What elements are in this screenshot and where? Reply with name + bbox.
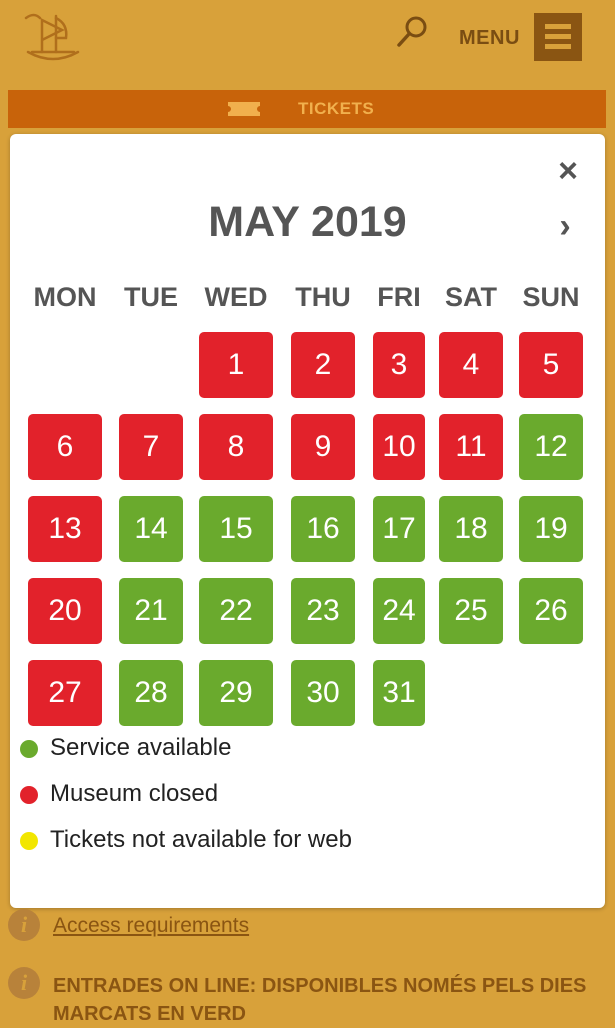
calendar-day-5: 5 <box>519 332 583 398</box>
yellow-dot-icon <box>20 832 38 850</box>
calendar-day-25[interactable]: 25 <box>439 578 503 644</box>
weekday-mon: MON <box>33 282 97 312</box>
green-dot-icon <box>20 740 38 758</box>
calendar-day-4: 4 <box>439 332 503 398</box>
calendar-day-19[interactable]: 19 <box>519 496 583 562</box>
online-tickets-notice: ENTRADES ON LINE: DISPONIBLES NOMÉS PELS… <box>53 975 587 1025</box>
tickets-label: TICKETS <box>298 99 375 118</box>
calendar-day-30[interactable]: 30 <box>291 660 355 726</box>
weekday-sun: SUN <box>522 282 580 312</box>
weekday-sat: SAT <box>445 282 497 312</box>
weekday-fri: FRI <box>377 282 421 312</box>
hamburger-icon <box>545 34 571 39</box>
site-header: MENU <box>0 0 615 80</box>
red-dot-icon <box>20 786 38 804</box>
month-title: MAY 2019 <box>208 198 407 246</box>
calendar-day-17[interactable]: 17 <box>373 496 425 562</box>
calendar-day-31[interactable]: 31 <box>373 660 425 726</box>
calendar-day-27: 27 <box>28 660 102 726</box>
legend-label: Museum closed <box>50 780 219 807</box>
weekday-thu: THU <box>295 282 351 312</box>
next-month-icon[interactable]: › <box>550 206 580 246</box>
ship-logo-icon[interactable] <box>22 8 84 70</box>
calendar-day-10: 10 <box>373 414 425 480</box>
calendar-day-28[interactable]: 28 <box>119 660 183 726</box>
hamburger-icon <box>545 24 571 29</box>
calendar-day-1: 1 <box>199 332 273 398</box>
calendar-day-18[interactable]: 18 <box>439 496 503 562</box>
calendar-day-24[interactable]: 24 <box>373 578 425 644</box>
calendar-day-9: 9 <box>291 414 355 480</box>
calendar-day-20: 20 <box>28 578 102 644</box>
calendar-day-29[interactable]: 29 <box>199 660 273 726</box>
calendar-day-26[interactable]: 26 <box>519 578 583 644</box>
calendar-day-2: 2 <box>291 332 355 398</box>
calendar-day-11: 11 <box>439 414 503 480</box>
info-icon: i <box>8 967 40 999</box>
calendar-day-15[interactable]: 15 <box>199 496 273 562</box>
search-icon[interactable] <box>396 14 430 48</box>
calendar-day-7: 7 <box>119 414 183 480</box>
weekday-wed: WED <box>204 282 268 312</box>
legend-label: Tickets not available for web <box>50 826 352 853</box>
hamburger-icon <box>545 44 571 49</box>
calendar-day-13: 13 <box>28 496 102 562</box>
calendar-day-23[interactable]: 23 <box>291 578 355 644</box>
calendar-day-6: 6 <box>28 414 102 480</box>
menu-label[interactable]: MENU <box>459 27 520 50</box>
calendar-day-22[interactable]: 22 <box>199 578 273 644</box>
info-icon: i <box>8 909 40 941</box>
calendar-day-3: 3 <box>373 332 425 398</box>
legend-label: Service available <box>50 734 232 761</box>
calendar-day-16[interactable]: 16 <box>291 496 355 562</box>
tickets-bar[interactable]: TICKETS <box>8 90 606 128</box>
close-icon[interactable]: × <box>551 154 585 188</box>
calendar-modal: × MAY 2019 › MON TUE WED THU FRI SAT SUN… <box>10 134 605 908</box>
calendar-day-12[interactable]: 12 <box>519 414 583 480</box>
calendar-day-14[interactable]: 14 <box>119 496 183 562</box>
ticket-icon <box>228 102 260 116</box>
menu-button[interactable] <box>534 13 582 61</box>
access-requirements-link[interactable]: Access requirements <box>53 914 249 938</box>
calendar-day-8: 8 <box>199 414 273 480</box>
calendar-day-21[interactable]: 21 <box>119 578 183 644</box>
weekday-tue: TUE <box>124 282 178 312</box>
